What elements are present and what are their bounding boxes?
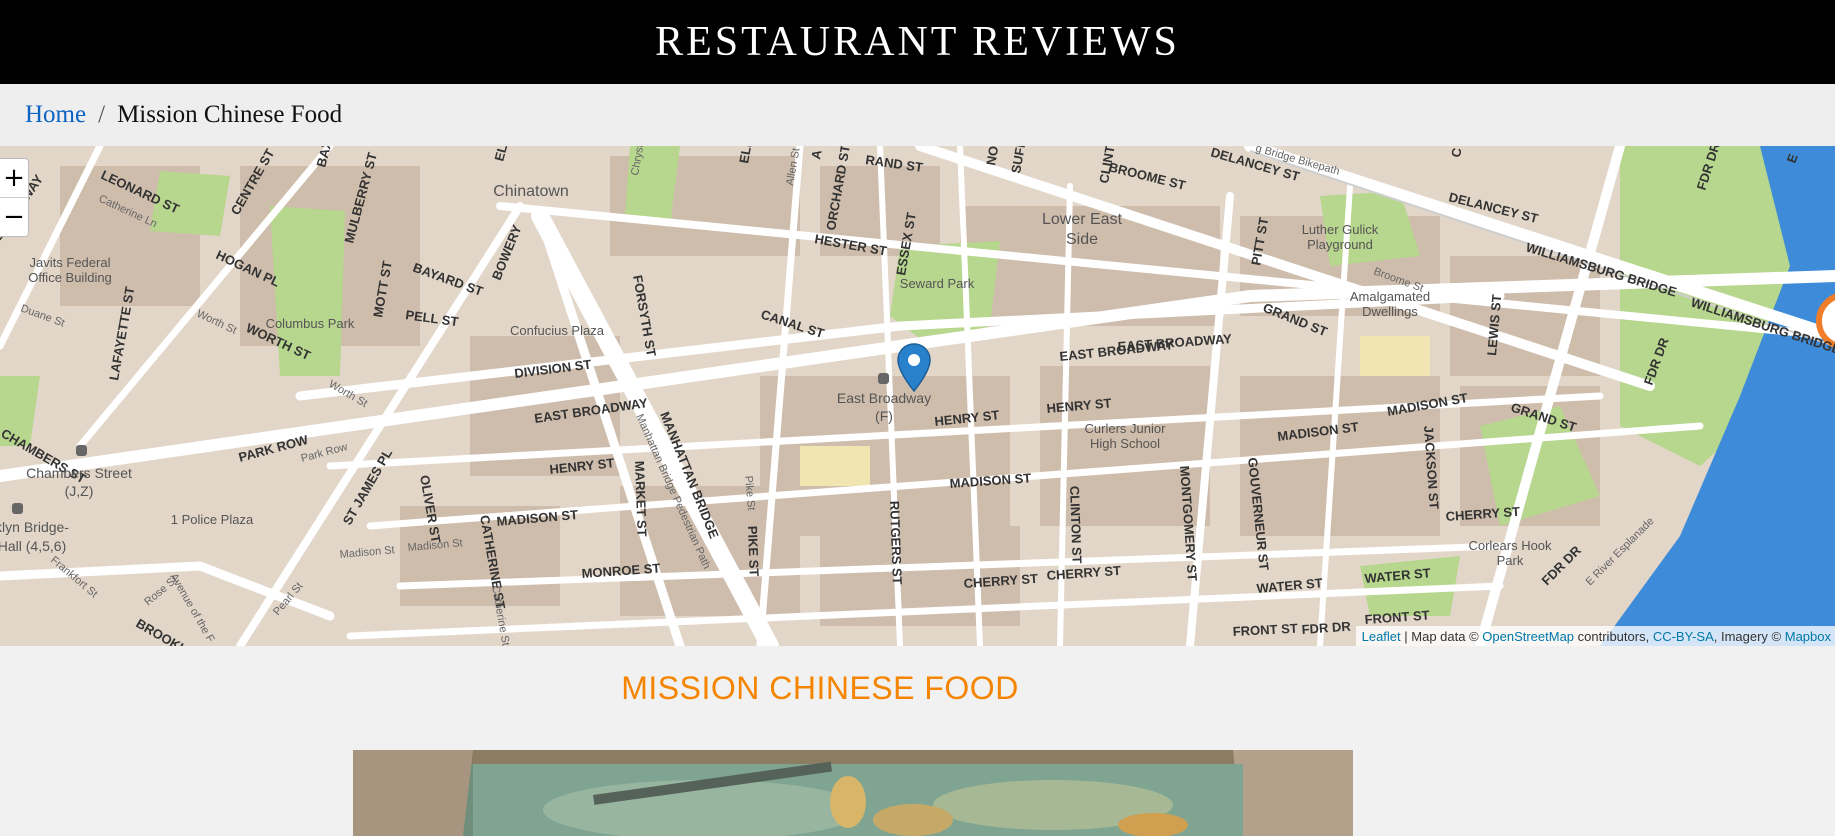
breadcrumb-separator: / — [98, 101, 106, 128]
svg-text:CLINTON ST: CLINTON ST — [1067, 486, 1085, 564]
svg-text:MARKET ST: MARKET ST — [632, 461, 650, 537]
breadcrumb-current: Mission Chinese Food — [117, 101, 343, 128]
restaurant-photo — [353, 750, 1353, 836]
breadcrumb-home-link[interactable]: Home — [25, 101, 86, 129]
site-header: RESTAURANT REVIEWS — [0, 0, 1835, 84]
svg-text:Park: Park — [1497, 553, 1524, 568]
svg-text:klyn Bridge-: klyn Bridge- — [0, 519, 69, 535]
svg-text:Hall (4,5,6): Hall (4,5,6) — [0, 538, 66, 554]
attribution-contributors: contributors, — [1574, 628, 1653, 644]
mapbox-link[interactable]: Mapbox — [1785, 629, 1831, 644]
map-zoom-control: + − — [0, 158, 29, 237]
svg-text:Luther Gulick: Luther Gulick — [1302, 222, 1379, 237]
leaflet-link[interactable]: Leaflet — [1362, 629, 1401, 644]
svg-text:RUTGERS ST: RUTGERS ST — [887, 501, 905, 585]
restaurant-marker-icon[interactable] — [897, 343, 931, 393]
svg-text:Chambers Street: Chambers Street — [26, 465, 132, 481]
map[interactable]: EAST BROADWAY EAST BROADWAY EAST BROADWA… — [0, 146, 1835, 646]
svg-text:Amalgamated: Amalgamated — [1350, 289, 1430, 304]
svg-text:Corlears Hook: Corlears Hook — [1468, 538, 1552, 553]
svg-text:Javits Federal: Javits Federal — [30, 255, 111, 270]
svg-text:PIKE ST: PIKE ST — [745, 526, 762, 577]
svg-text:Office Building: Office Building — [28, 270, 112, 285]
svg-text:Dwellings: Dwellings — [1362, 304, 1418, 319]
zoom-in-button[interactable]: + — [0, 159, 28, 197]
map-tiles: EAST BROADWAY EAST BROADWAY EAST BROADWA… — [0, 146, 1835, 646]
svg-text:Columbus Park: Columbus Park — [266, 316, 355, 331]
map-attribution: Leaflet | Map data © OpenStreetMap contr… — [1355, 626, 1835, 646]
svg-text:Curlers Junior: Curlers Junior — [1085, 421, 1167, 436]
license-link[interactable]: CC-BY-SA — [1653, 629, 1714, 644]
svg-text:High School: High School — [1090, 436, 1160, 451]
svg-text:Seward Park: Seward Park — [900, 276, 975, 291]
svg-text:(J,Z): (J,Z) — [65, 483, 94, 499]
svg-text:Side: Side — [1066, 231, 1098, 248]
svg-text:Lower East: Lower East — [1042, 211, 1123, 228]
svg-text:Confucius Plaza: Confucius Plaza — [510, 323, 605, 338]
osm-link[interactable]: OpenStreetMap — [1482, 629, 1574, 644]
attribution-imagery: , Imagery © — [1713, 628, 1785, 644]
restaurant-name: MISSION CHINESE FOOD — [621, 670, 1019, 706]
svg-text:Chinatown: Chinatown — [493, 183, 569, 200]
svg-text:1 Police Plaza: 1 Police Plaza — [171, 512, 254, 527]
breadcrumb: Home / Mission Chinese Food — [0, 84, 1835, 146]
site-title: RESTAURANT REVIEWS — [655, 19, 1180, 65]
svg-text:(F): (F) — [875, 408, 893, 424]
attribution-text: | Map data © — [1400, 628, 1483, 644]
zoom-out-button[interactable]: − — [0, 197, 28, 236]
svg-text:Playground: Playground — [1307, 237, 1373, 252]
